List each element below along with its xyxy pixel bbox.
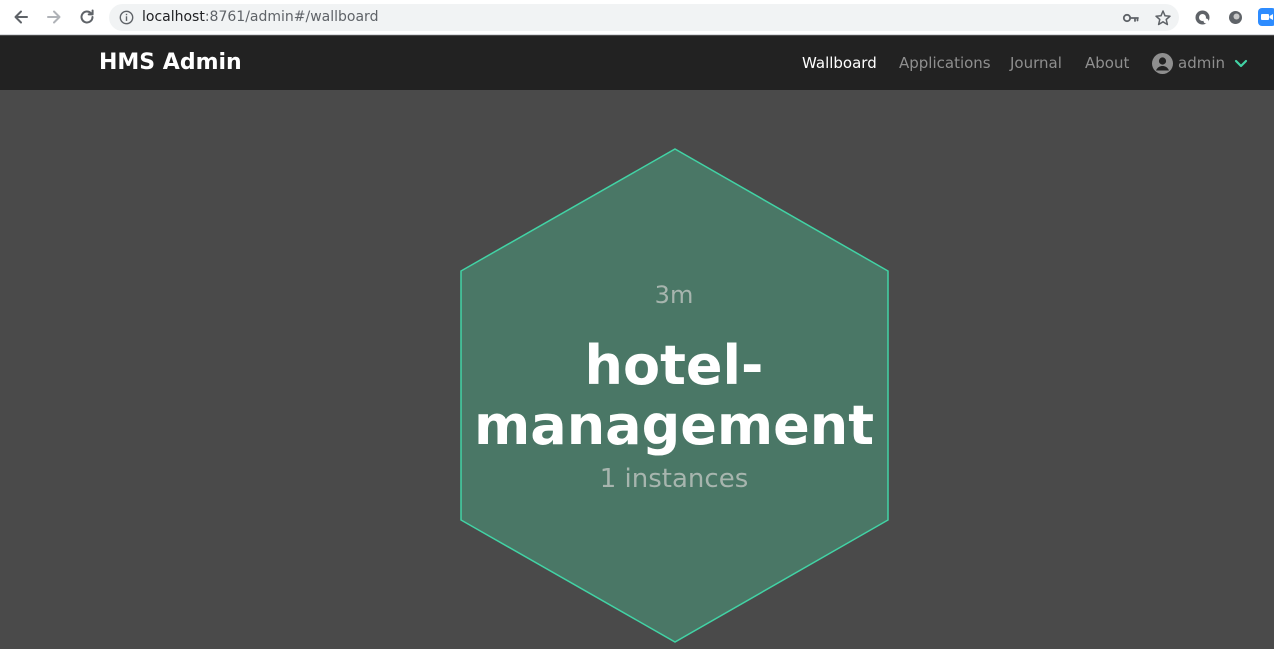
key-icon[interactable] [1122, 9, 1140, 27]
user-name: admin [1178, 54, 1225, 72]
address-bar[interactable]: localhost:8761/admin#/wallboard [109, 4, 1179, 31]
browser-toolbar: localhost:8761/admin#/wallboard [0, 0, 1274, 35]
extension-icon[interactable] [1226, 8, 1244, 26]
brand-title[interactable]: HMS Admin [99, 50, 242, 76]
arrow-left-icon [14, 10, 28, 24]
application-instances: 1 instances [599, 464, 749, 494]
application-uptime: 3m [654, 281, 694, 309]
wallboard: 3m hotel- management 1 instances [0, 90, 1274, 649]
user-menu[interactable]: admin [1152, 51, 1249, 75]
application-name[interactable]: hotel- management [474, 336, 874, 456]
chevron-down-icon [1234, 59, 1248, 68]
url-host: localhost [142, 9, 205, 25]
nav-item-journal[interactable]: Journal [1010, 53, 1062, 73]
nav-item-about[interactable]: About [1085, 53, 1129, 73]
info-icon[interactable] [119, 10, 134, 25]
reload-icon [80, 9, 94, 24]
reload-button[interactable] [75, 5, 99, 29]
nav-item-wallboard[interactable]: Wallboard [802, 53, 877, 73]
nav-item-applications[interactable]: Applications [899, 53, 991, 73]
arrow-right-icon [47, 10, 61, 24]
user-avatar-icon [1152, 52, 1173, 74]
application-name-line: management [474, 394, 875, 457]
url-path: :8761/admin#/wallboard [204, 9, 379, 25]
application-name-line: hotel- [584, 334, 764, 397]
forward-button[interactable] [42, 5, 66, 29]
url-text[interactable]: localhost:8761/admin#/wallboard [142, 9, 378, 26]
app-navbar: HMS Admin Wallboard Applications Journal… [0, 36, 1274, 90]
star-icon[interactable] [1154, 9, 1172, 27]
extension-icon[interactable] [1193, 8, 1211, 26]
video-call-icon[interactable] [1258, 8, 1274, 26]
back-button[interactable] [9, 5, 33, 29]
